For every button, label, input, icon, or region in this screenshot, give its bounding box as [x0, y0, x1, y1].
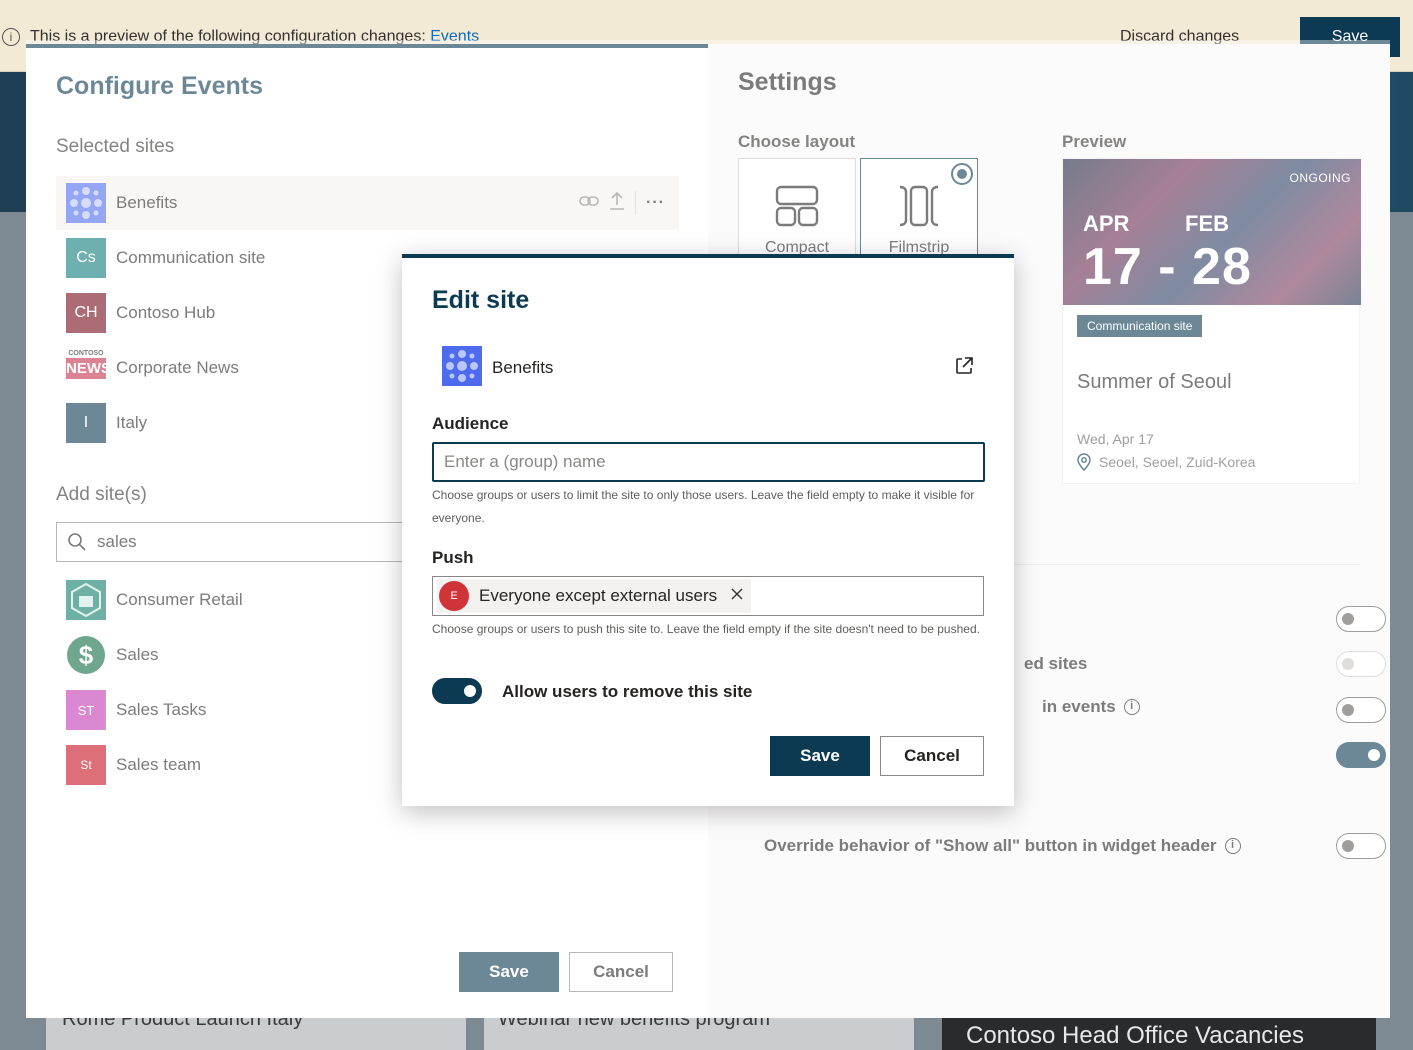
- info-icon: i: [2, 28, 20, 46]
- audience-help: Choose groups or users to limit the site…: [432, 488, 975, 525]
- remove-chip-icon[interactable]: [731, 587, 743, 605]
- dialog-save-button[interactable]: Save: [770, 736, 870, 776]
- dialog-cancel-button[interactable]: Cancel: [880, 736, 984, 776]
- chip-label: Everyone except external users: [479, 586, 718, 605]
- push-help: Choose groups or users to push this site…: [432, 622, 980, 636]
- open-external-icon[interactable]: [954, 356, 974, 381]
- benefits-logo-icon: [442, 345, 482, 391]
- allow-remove-label: Allow users to remove this site: [502, 682, 753, 701]
- allow-remove-toggle[interactable]: [432, 678, 482, 704]
- audience-label: Audience: [432, 414, 509, 433]
- push-people-picker[interactable]: E Everyone except external users: [432, 576, 984, 616]
- dialog-site: Benefits: [442, 345, 974, 391]
- audience-input[interactable]: [432, 442, 985, 482]
- push-label: Push: [432, 548, 474, 567]
- avatar: E: [439, 581, 469, 611]
- push-chip: E Everyone except external users: [437, 579, 752, 613]
- dialog-site-name: Benefits: [492, 358, 554, 377]
- edit-site-dialog: Edit site Benefits Audience Choose group…: [402, 254, 1014, 806]
- dialog-title: Edit site: [432, 286, 530, 314]
